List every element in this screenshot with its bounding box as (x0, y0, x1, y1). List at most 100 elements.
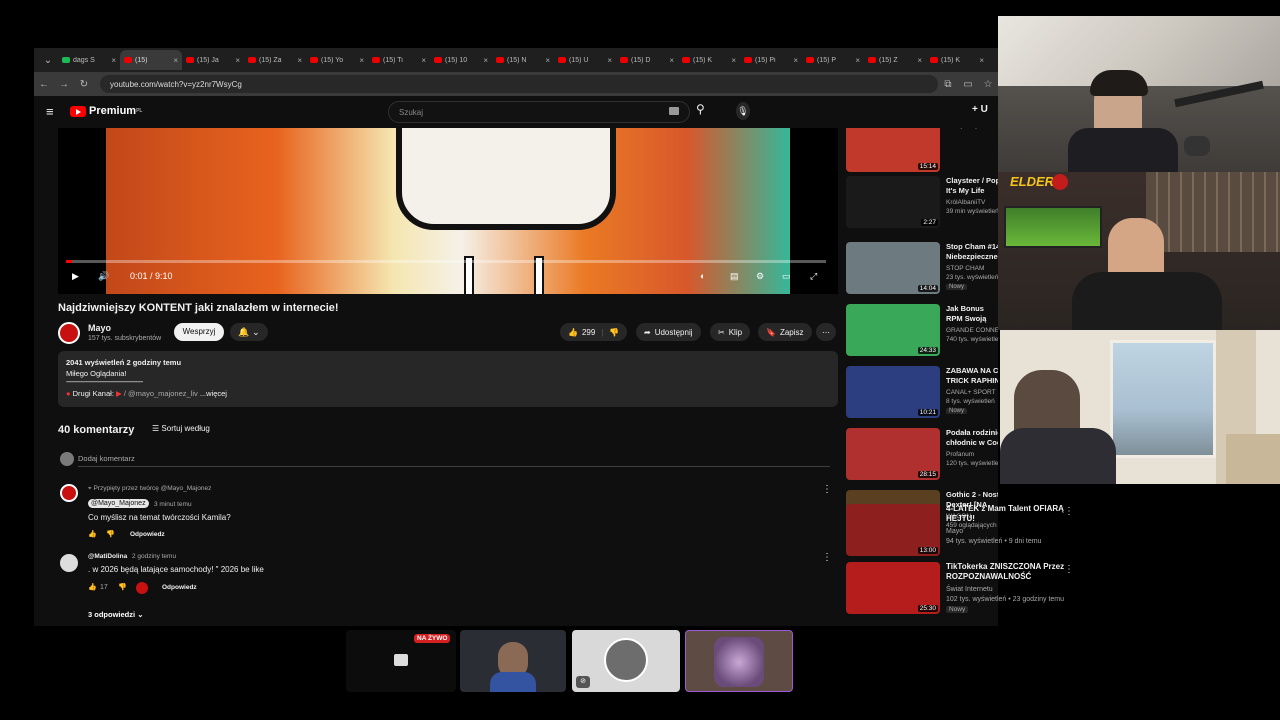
search-input[interactable]: Szukaj (388, 101, 690, 123)
thumbs-down-icon[interactable]: 👎 (609, 328, 619, 337)
close-tab-icon[interactable]: × (917, 56, 922, 65)
video-title[interactable]: Claysteer / Pop It's My Life (946, 176, 998, 196)
comment-like-icon[interactable]: 👍 (88, 530, 97, 538)
browser-tab[interactable]: (15) Ja × (182, 50, 244, 70)
reload-icon[interactable]: ↻ (74, 79, 94, 90)
progress-bar[interactable] (66, 260, 826, 263)
comment-menu-icon[interactable]: ⋮ (822, 552, 832, 563)
participant-tile-active[interactable] (685, 630, 793, 692)
recommended-video[interactable]: 2:27 Claysteer / Pop It's My Life KrólAlba… (846, 176, 998, 230)
save-button[interactable]: 🔖 Zapisz (758, 323, 812, 341)
video-channel[interactable]: STOP CHAM (946, 265, 984, 272)
video-thumbnail[interactable]: 10:21 (846, 366, 940, 418)
close-tab-icon[interactable]: × (173, 56, 178, 65)
recommended-video[interactable]: 25:30 TikTokerka ZNISZCZONA Przez ROZPOZN… (846, 562, 1076, 616)
browser-tab[interactable]: (15) Yo × (306, 50, 368, 70)
close-tab-icon[interactable]: × (731, 56, 736, 65)
youtube-logo[interactable]: Premium PL (70, 105, 142, 117)
browser-tab[interactable]: (15) Pi × (740, 50, 802, 70)
video-channel[interactable]: CANAL+ SPORT (946, 389, 996, 396)
more-link[interactable]: ...więcej (200, 389, 227, 398)
browser-tab[interactable]: dags S × (58, 50, 120, 70)
browser-tab[interactable]: (15) Z × (864, 50, 926, 70)
fullscreen-icon[interactable]: ⤢ (810, 271, 817, 282)
clip-button[interactable]: ✂ Klip (710, 323, 751, 341)
add-comment-input[interactable]: Dodaj komentarz (78, 454, 135, 463)
video-thumbnail[interactable]: 14:04 (846, 242, 940, 294)
participant-screen-share[interactable]: NA ŻYWO (346, 630, 456, 692)
video-thumbnail[interactable]: 24:33 (846, 304, 940, 356)
reply-button[interactable]: Odpowiedz (162, 584, 197, 591)
browser-tab[interactable]: (15) K × (926, 50, 988, 70)
comment-author[interactable]: @Mayo_Majonez (88, 499, 149, 508)
video-channel[interactable]: Świat Internetu (946, 586, 993, 593)
close-tab-icon[interactable]: × (483, 56, 488, 65)
video-channel[interactable]: Mayo (946, 528, 963, 535)
notification-bell-button[interactable]: 🔔 ⌄ (230, 323, 268, 341)
close-tab-icon[interactable]: × (607, 56, 612, 65)
recommended-video[interactable]: 15:14 176 tys. wyświetleń (846, 128, 998, 174)
forward-icon[interactable]: → (54, 79, 74, 90)
close-tab-icon[interactable]: × (111, 56, 116, 65)
subtitles-icon[interactable]: ▤ (730, 271, 739, 282)
comment-time[interactable]: 2 godziny temu (132, 553, 176, 560)
video-thumbnail[interactable]: 28:15 (846, 428, 940, 480)
replies-toggle[interactable]: 3 odpowiedzi ⌄ (88, 610, 143, 619)
browser-tab[interactable]: (15) × (120, 50, 182, 70)
video-title[interactable]: Jak Bonus RPM Swoją Reputac (946, 304, 998, 326)
video-title[interactable]: ZABAWA NA C TRICK RAPHIN (946, 366, 998, 386)
browser-tab[interactable]: (15) 10 × (430, 50, 492, 70)
comment-time[interactable]: 3 minut temu (154, 501, 192, 508)
browser-tab[interactable]: (15) N × (492, 50, 554, 70)
support-button[interactable]: Wesprzyj (174, 323, 224, 341)
search-icon[interactable]: ⚲ (696, 102, 705, 116)
close-tab-icon[interactable]: × (235, 56, 240, 65)
close-tab-icon[interactable]: × (359, 56, 364, 65)
comment-dislike-icon[interactable]: 👎 (118, 583, 127, 591)
recommended-video[interactable]: 13:00 4-LATEK z Mam Talent OFIARĄ HEJTU! M… (846, 504, 1076, 558)
like-button[interactable]: 👍 299 | 👎 (560, 323, 628, 341)
comment-avatar[interactable] (60, 554, 78, 572)
url-field[interactable]: youtube.com/watch?v=yz2nr7WsyCg (100, 75, 938, 93)
video-title[interactable]: TikTokerka ZNISZCZONA Przez ROZPOZNAWALN… (946, 562, 1066, 582)
more-actions-button[interactable]: ⋯ (816, 323, 836, 341)
video-thumbnail[interactable]: 25:30 (846, 562, 940, 614)
mic-icon[interactable]: 🎙 (736, 102, 750, 120)
reply-button[interactable]: Odpowiedz (130, 531, 165, 538)
close-tab-icon[interactable]: × (979, 56, 984, 65)
back-icon[interactable]: ← (34, 79, 54, 90)
participant-tile[interactable] (460, 630, 566, 692)
recommended-video[interactable]: 24:33 Jak Bonus RPM Swoją ReputacGRANDE C… (846, 304, 998, 358)
video-channel[interactable]: Profanum (946, 451, 974, 458)
cast-icon[interactable]: ▭ (958, 79, 978, 90)
create-button[interactable]: + U (972, 104, 988, 115)
translate-icon[interactable]: ⧉ (938, 79, 958, 90)
comment-menu-icon[interactable]: ⋮ (822, 484, 832, 495)
recommended-video[interactable]: 14:04 Stop Cham #14 Niebezpieczne STOP CHA… (846, 242, 998, 296)
play-icon[interactable]: ▶ (72, 271, 79, 282)
volume-icon[interactable]: 🔊 (98, 271, 109, 282)
video-title[interactable]: Podała rodzinie chłodnic w Coc (946, 428, 998, 448)
channel-avatar[interactable] (58, 322, 80, 344)
video-thumbnail[interactable]: 2:27 (846, 176, 940, 228)
video-player[interactable]: ▶ 🔊 0:01 / 9:10 ◐ ▤ ⚙ ▭ ⤢ (58, 128, 838, 294)
video-channel[interactable]: GRANDE CONNE (946, 327, 998, 334)
video-title[interactable]: Stop Cham #14 Niebezpieczne (946, 242, 998, 262)
close-tab-icon[interactable]: × (421, 56, 426, 65)
browser-tab[interactable]: (15) Za × (244, 50, 306, 70)
close-tab-icon[interactable]: × (793, 56, 798, 65)
comment-avatar[interactable] (60, 484, 78, 502)
recommended-video[interactable]: 10:21 ZABAWA NA C TRICK RAPHIN CANAL+ SPOR… (846, 366, 998, 420)
browser-tab[interactable]: (15) P × (802, 50, 864, 70)
recommended-video[interactable]: 28:15 Podała rodzinie chłodnic w Coc Profa… (846, 428, 998, 482)
settings-icon[interactable]: ⚙ (756, 271, 764, 282)
close-tab-icon[interactable]: × (855, 56, 860, 65)
video-thumbnail[interactable]: 13:00 (846, 504, 940, 556)
browser-tab[interactable]: (15) D × (616, 50, 678, 70)
comment-like-icon[interactable]: 👍 (88, 583, 97, 591)
close-tab-icon[interactable]: × (669, 56, 674, 65)
description-box[interactable]: 2041 wyświetleń 2 godziny temu Miłego Og… (58, 351, 838, 407)
close-tab-icon[interactable]: × (297, 56, 302, 65)
video-menu-icon[interactable]: ⋮ (1064, 564, 1074, 575)
theater-icon[interactable]: ▭ (782, 271, 791, 282)
